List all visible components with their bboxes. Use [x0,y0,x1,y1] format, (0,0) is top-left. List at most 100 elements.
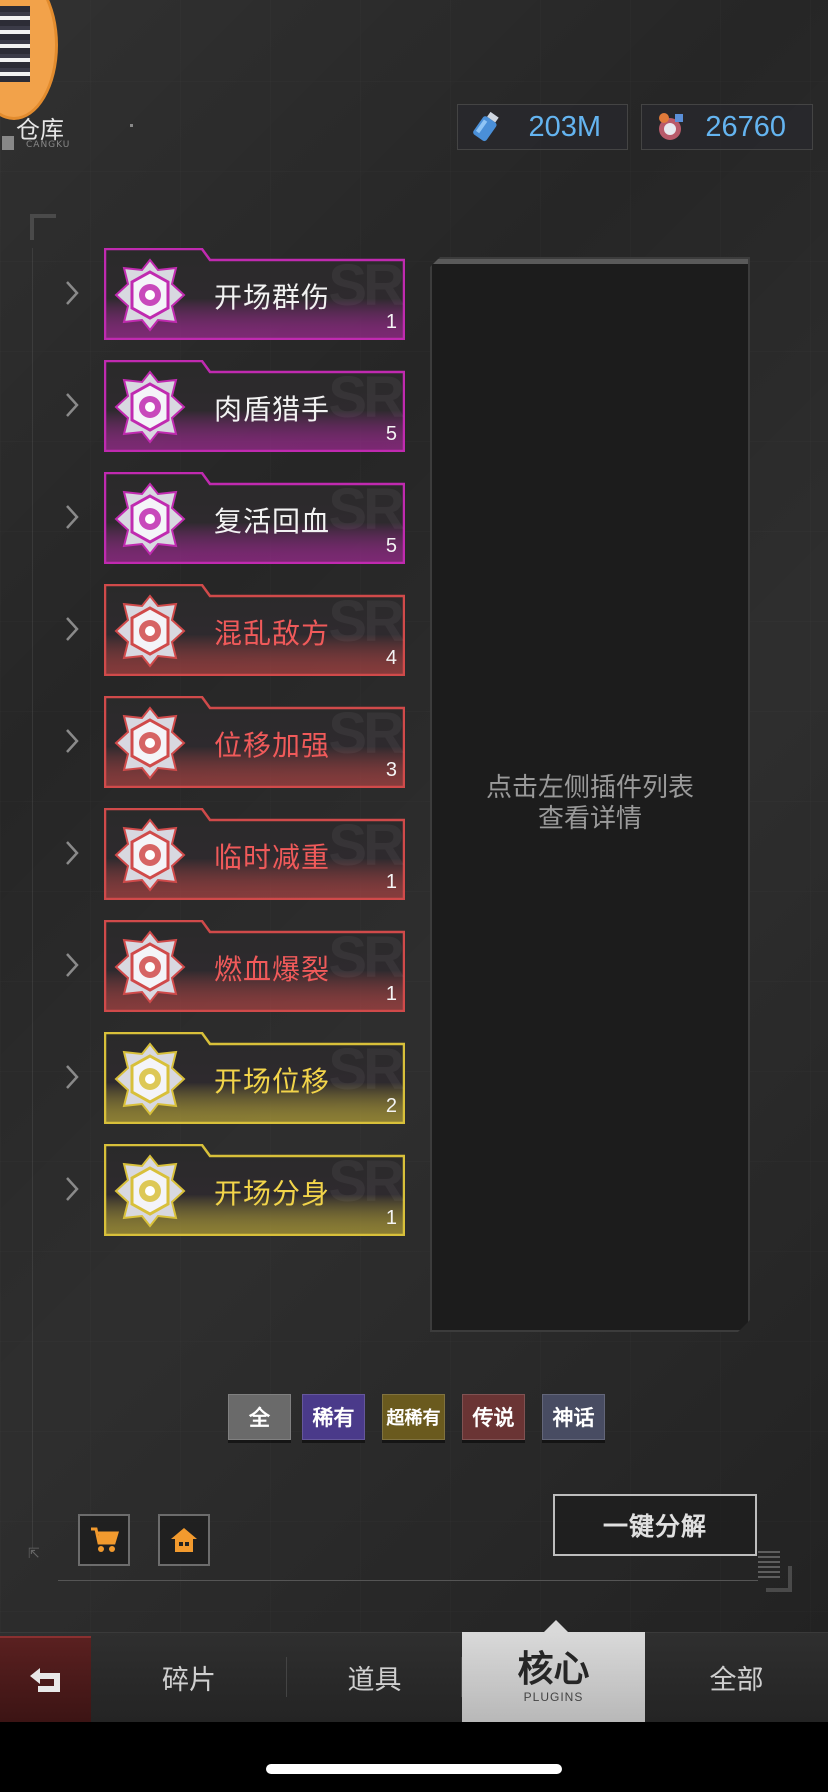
clone-icon [114,1154,186,1228]
chevron-right-icon[interactable] [60,390,84,420]
rarity-watermark: SR [328,589,405,654]
tab-label: 碎片 [162,1664,216,1696]
currency-coin[interactable]: 26760 [641,104,813,150]
tab-label: 核心 [517,1648,590,1690]
tab-fragments[interactable]: 碎片 [91,1632,287,1722]
confuse-enemy-icon [114,594,186,668]
player-avatar[interactable] [0,0,58,120]
tab-label: 全部 [709,1664,764,1696]
filter-chip[interactable]: 神话 [542,1394,605,1440]
tab-all[interactable]: 全部 [645,1632,828,1722]
chevron-right-icon[interactable] [60,1174,84,1204]
detail-panel: 点击左侧插件列表 查看详情 [430,257,750,1332]
tank-hunter-icon [114,370,186,444]
plugin-count: 1 [385,983,397,1005]
blood-burst-icon [114,930,186,1004]
chevron-right-icon[interactable] [60,950,84,980]
plugin-card[interactable]: SR 肉盾猎手 5 [104,360,405,452]
energy-bottle-icon [466,107,506,147]
plugin-count: 1 [385,311,397,333]
cart-icon [91,1527,119,1552]
tab-items[interactable]: 道具 [287,1632,462,1722]
plugin-row[interactable]: SR 开场位移 2 [60,1032,410,1124]
home-button[interactable] [158,1514,210,1566]
frame-line [32,248,33,1548]
plugin-row[interactable]: SR 开场群伤 1 [60,248,410,340]
plugin-card[interactable]: SR 开场分身 1 [104,1144,405,1236]
chevron-right-icon[interactable] [60,614,84,644]
plugin-row[interactable]: SR 肉盾猎手 5 [60,360,410,452]
back-button[interactable] [0,1636,91,1722]
system-bar [0,1722,828,1792]
plugin-row[interactable]: SR 混乱敌方 4 [60,584,410,676]
revive-heal-icon [114,482,186,556]
currency-energy[interactable]: 203M [457,104,628,150]
plugin-name: 混乱敌方 [214,617,331,650]
plugin-count: 2 [385,1095,397,1117]
plugin-count: 4 [385,647,397,669]
shop-button[interactable] [78,1514,130,1566]
plugin-card[interactable]: SR 开场群伤 1 [104,248,405,340]
plugin-row[interactable]: SR 复活回血 5 [60,472,410,564]
tab-core[interactable]: 核心 PLUGINS [462,1632,645,1722]
gear-coin-icon [650,107,690,147]
plugin-row[interactable]: SR 开场分身 1 [60,1144,410,1236]
plugin-count: 3 [385,759,397,781]
rarity-watermark: SR [328,813,405,878]
chevron-right-icon[interactable] [60,1062,84,1092]
opening-dash-icon [114,1042,186,1116]
divider-dot [130,124,133,127]
chevron-right-icon[interactable] [60,278,84,308]
plugin-count: 1 [385,871,397,893]
plugin-row[interactable]: SR 临时减重 1 [60,808,410,900]
rarity-watermark: SR [328,925,405,990]
rarity-watermark: SR [328,1037,405,1102]
energy-value: 203M [528,110,601,143]
decompose-all-button[interactable]: 一键分解 [553,1494,757,1556]
plugin-count: 5 [385,423,397,445]
area-damage-icon [114,258,186,332]
chevron-right-icon[interactable] [60,726,84,756]
plugin-name: 位移加强 [214,729,331,762]
plugin-name: 复活回血 [214,505,331,538]
plugin-name: 临时减重 [214,841,331,874]
title-marker [2,136,14,150]
plugin-name: 肉盾猎手 [214,393,331,426]
rarity-watermark: SR [328,701,405,766]
plugin-card[interactable]: SR 临时减重 1 [104,808,405,900]
chevron-right-icon[interactable] [60,838,84,868]
plugin-name: 开场群伤 [214,281,331,314]
plugin-card[interactable]: SR 混乱敌方 4 [104,584,405,676]
plugin-count: 5 [385,535,397,557]
plugin-row[interactable]: SR 燃血爆裂 1 [60,920,410,1012]
filter-chip[interactable]: 超稀有 [382,1394,445,1440]
frame-corner [30,214,56,240]
active-tab-pointer [544,1620,568,1632]
expand-arrow-icon: ⇱ [28,1546,40,1562]
house-icon [171,1528,197,1552]
page-subtitle: CANGKU [26,140,71,150]
coin-value: 26760 [705,110,786,143]
chevron-right-icon[interactable] [60,502,84,532]
divider-line [58,1580,758,1581]
plugin-card[interactable]: SR 开场位移 2 [104,1032,405,1124]
rarity-watermark: SR [328,365,405,430]
plugin-count: 1 [385,1207,397,1229]
home-indicator[interactable] [266,1764,562,1774]
plugin-card[interactable]: SR 复活回血 5 [104,472,405,564]
rarity-watermark: SR [328,1149,405,1214]
plugin-name: 燃血爆裂 [214,953,331,986]
filter-chip[interactable]: 稀有 [302,1394,365,1440]
plugin-card[interactable]: SR 位移加强 3 [104,696,405,788]
filter-chip[interactable]: 传说 [462,1394,525,1440]
plugin-row[interactable]: SR 位移加强 3 [60,696,410,788]
filter-chip[interactable]: 全 [228,1394,291,1440]
plugin-card[interactable]: SR 燃血爆裂 1 [104,920,405,1012]
plugin-name: 开场分身 [214,1177,331,1210]
detail-hint: 点击左侧插件列表 查看详情 [485,773,694,834]
rarity-watermark: SR [328,253,405,318]
tab-sublabel: PLUGINS [523,1690,584,1704]
frame-corner [766,1566,792,1592]
tab-label: 道具 [347,1664,402,1696]
weight-reduce-icon [114,818,186,892]
